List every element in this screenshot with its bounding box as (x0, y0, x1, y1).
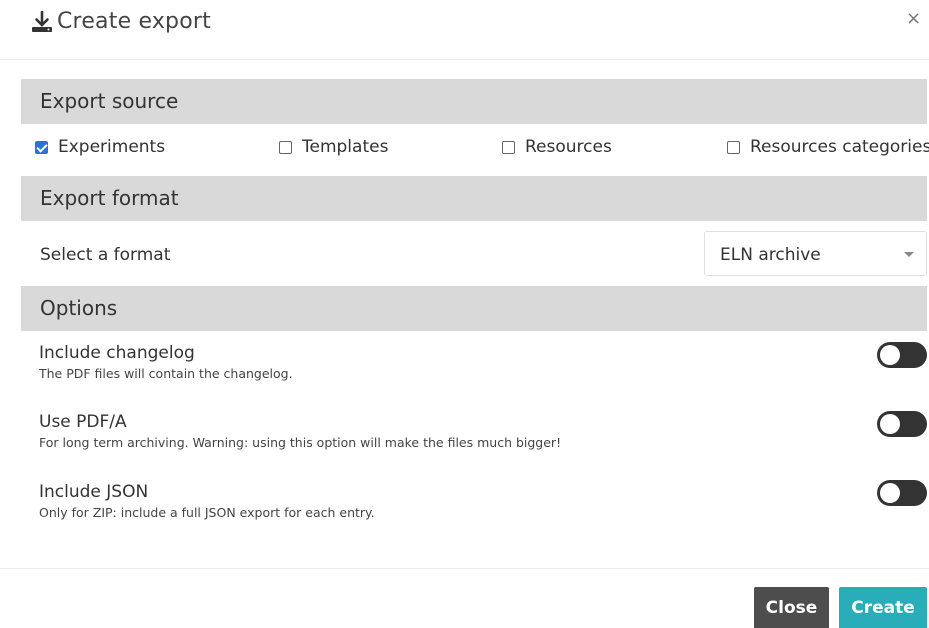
toggle-knob (880, 414, 900, 434)
option-desc-pdfa: For long term archiving. Warning: using … (39, 435, 562, 450)
modal-title: Create export (57, 9, 211, 34)
checkbox-resources[interactable]: Resources (502, 137, 612, 157)
checkbox-label: Resources (525, 137, 612, 157)
toggle-knob (880, 345, 900, 365)
format-label: Select a format (40, 245, 171, 265)
format-selected-value: ELN archive (720, 245, 821, 265)
toggle-use-pdfa[interactable] (877, 411, 927, 437)
section-export-format: Export format (21, 176, 927, 221)
checkbox-checked-icon[interactable] (35, 140, 48, 154)
format-select[interactable]: ELN archive (704, 231, 927, 276)
close-button[interactable]: Close (754, 587, 829, 628)
modal-header: Create export × (0, 0, 929, 60)
option-title-json: Include JSON (39, 482, 149, 502)
option-desc-json: Only for ZIP: include a full JSON export… (39, 505, 375, 520)
modal-title-wrap: Create export (31, 9, 211, 34)
checkbox-unchecked-icon[interactable] (727, 140, 740, 154)
toggle-include-json[interactable] (877, 480, 927, 506)
option-desc-changelog: The PDF files will contain the changelog… (39, 366, 293, 381)
checkbox-unchecked-icon[interactable] (279, 140, 292, 154)
chevron-down-icon (904, 252, 914, 257)
option-title-pdfa: Use PDF/A (39, 412, 127, 432)
create-button[interactable]: Create (839, 587, 927, 628)
section-title-format: Export format (40, 186, 179, 210)
checkbox-unchecked-icon[interactable] (502, 140, 515, 154)
checkbox-resources-categories[interactable]: Resources categories (727, 137, 929, 157)
toggle-include-changelog[interactable] (877, 342, 927, 368)
toggle-knob (880, 483, 900, 503)
checkbox-label: Experiments (58, 137, 166, 157)
checkbox-label: Resources categories (750, 137, 929, 157)
download-icon (31, 10, 53, 34)
checkbox-templates[interactable]: Templates (279, 137, 388, 157)
section-options: Options (21, 286, 927, 331)
section-title-source: Export source (40, 89, 179, 113)
checkbox-label: Templates (302, 137, 389, 157)
option-title-changelog: Include changelog (39, 343, 195, 363)
checkbox-experiments[interactable]: Experiments (35, 137, 165, 157)
section-export-source: Export source (21, 79, 927, 124)
close-icon[interactable]: × (906, 8, 921, 29)
footer-divider (0, 568, 929, 569)
section-title-options: Options (40, 296, 118, 320)
